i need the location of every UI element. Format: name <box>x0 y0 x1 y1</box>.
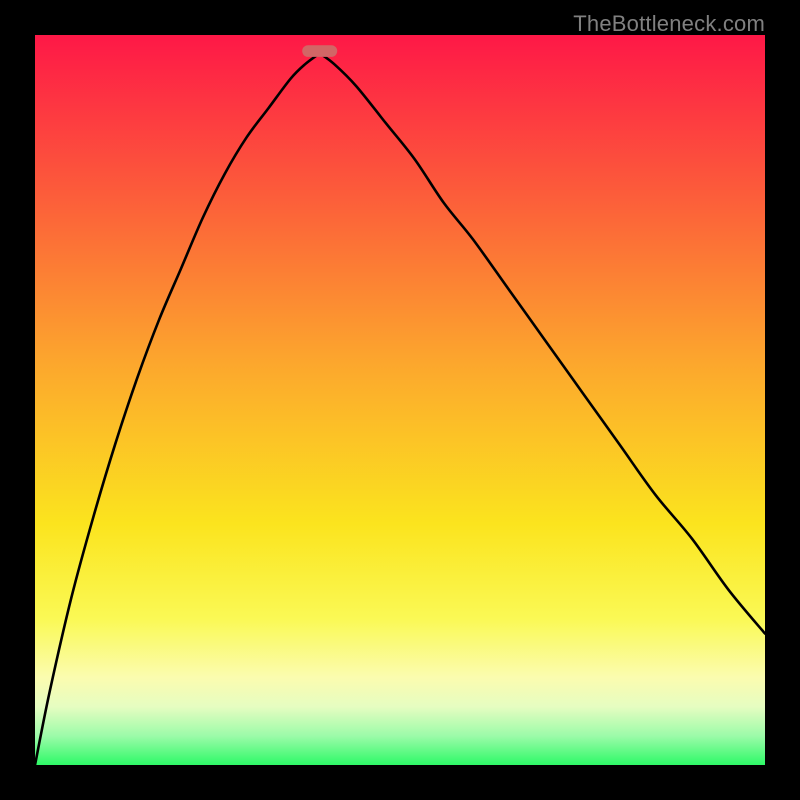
range-marker-pill <box>302 45 337 57</box>
chart-frame: TheBottleneck.com <box>0 0 800 800</box>
gradient-background <box>35 35 765 765</box>
range-marker <box>302 45 337 57</box>
plot-area <box>35 35 765 765</box>
watermark-text: TheBottleneck.com <box>573 11 765 37</box>
chart-svg <box>35 35 765 765</box>
